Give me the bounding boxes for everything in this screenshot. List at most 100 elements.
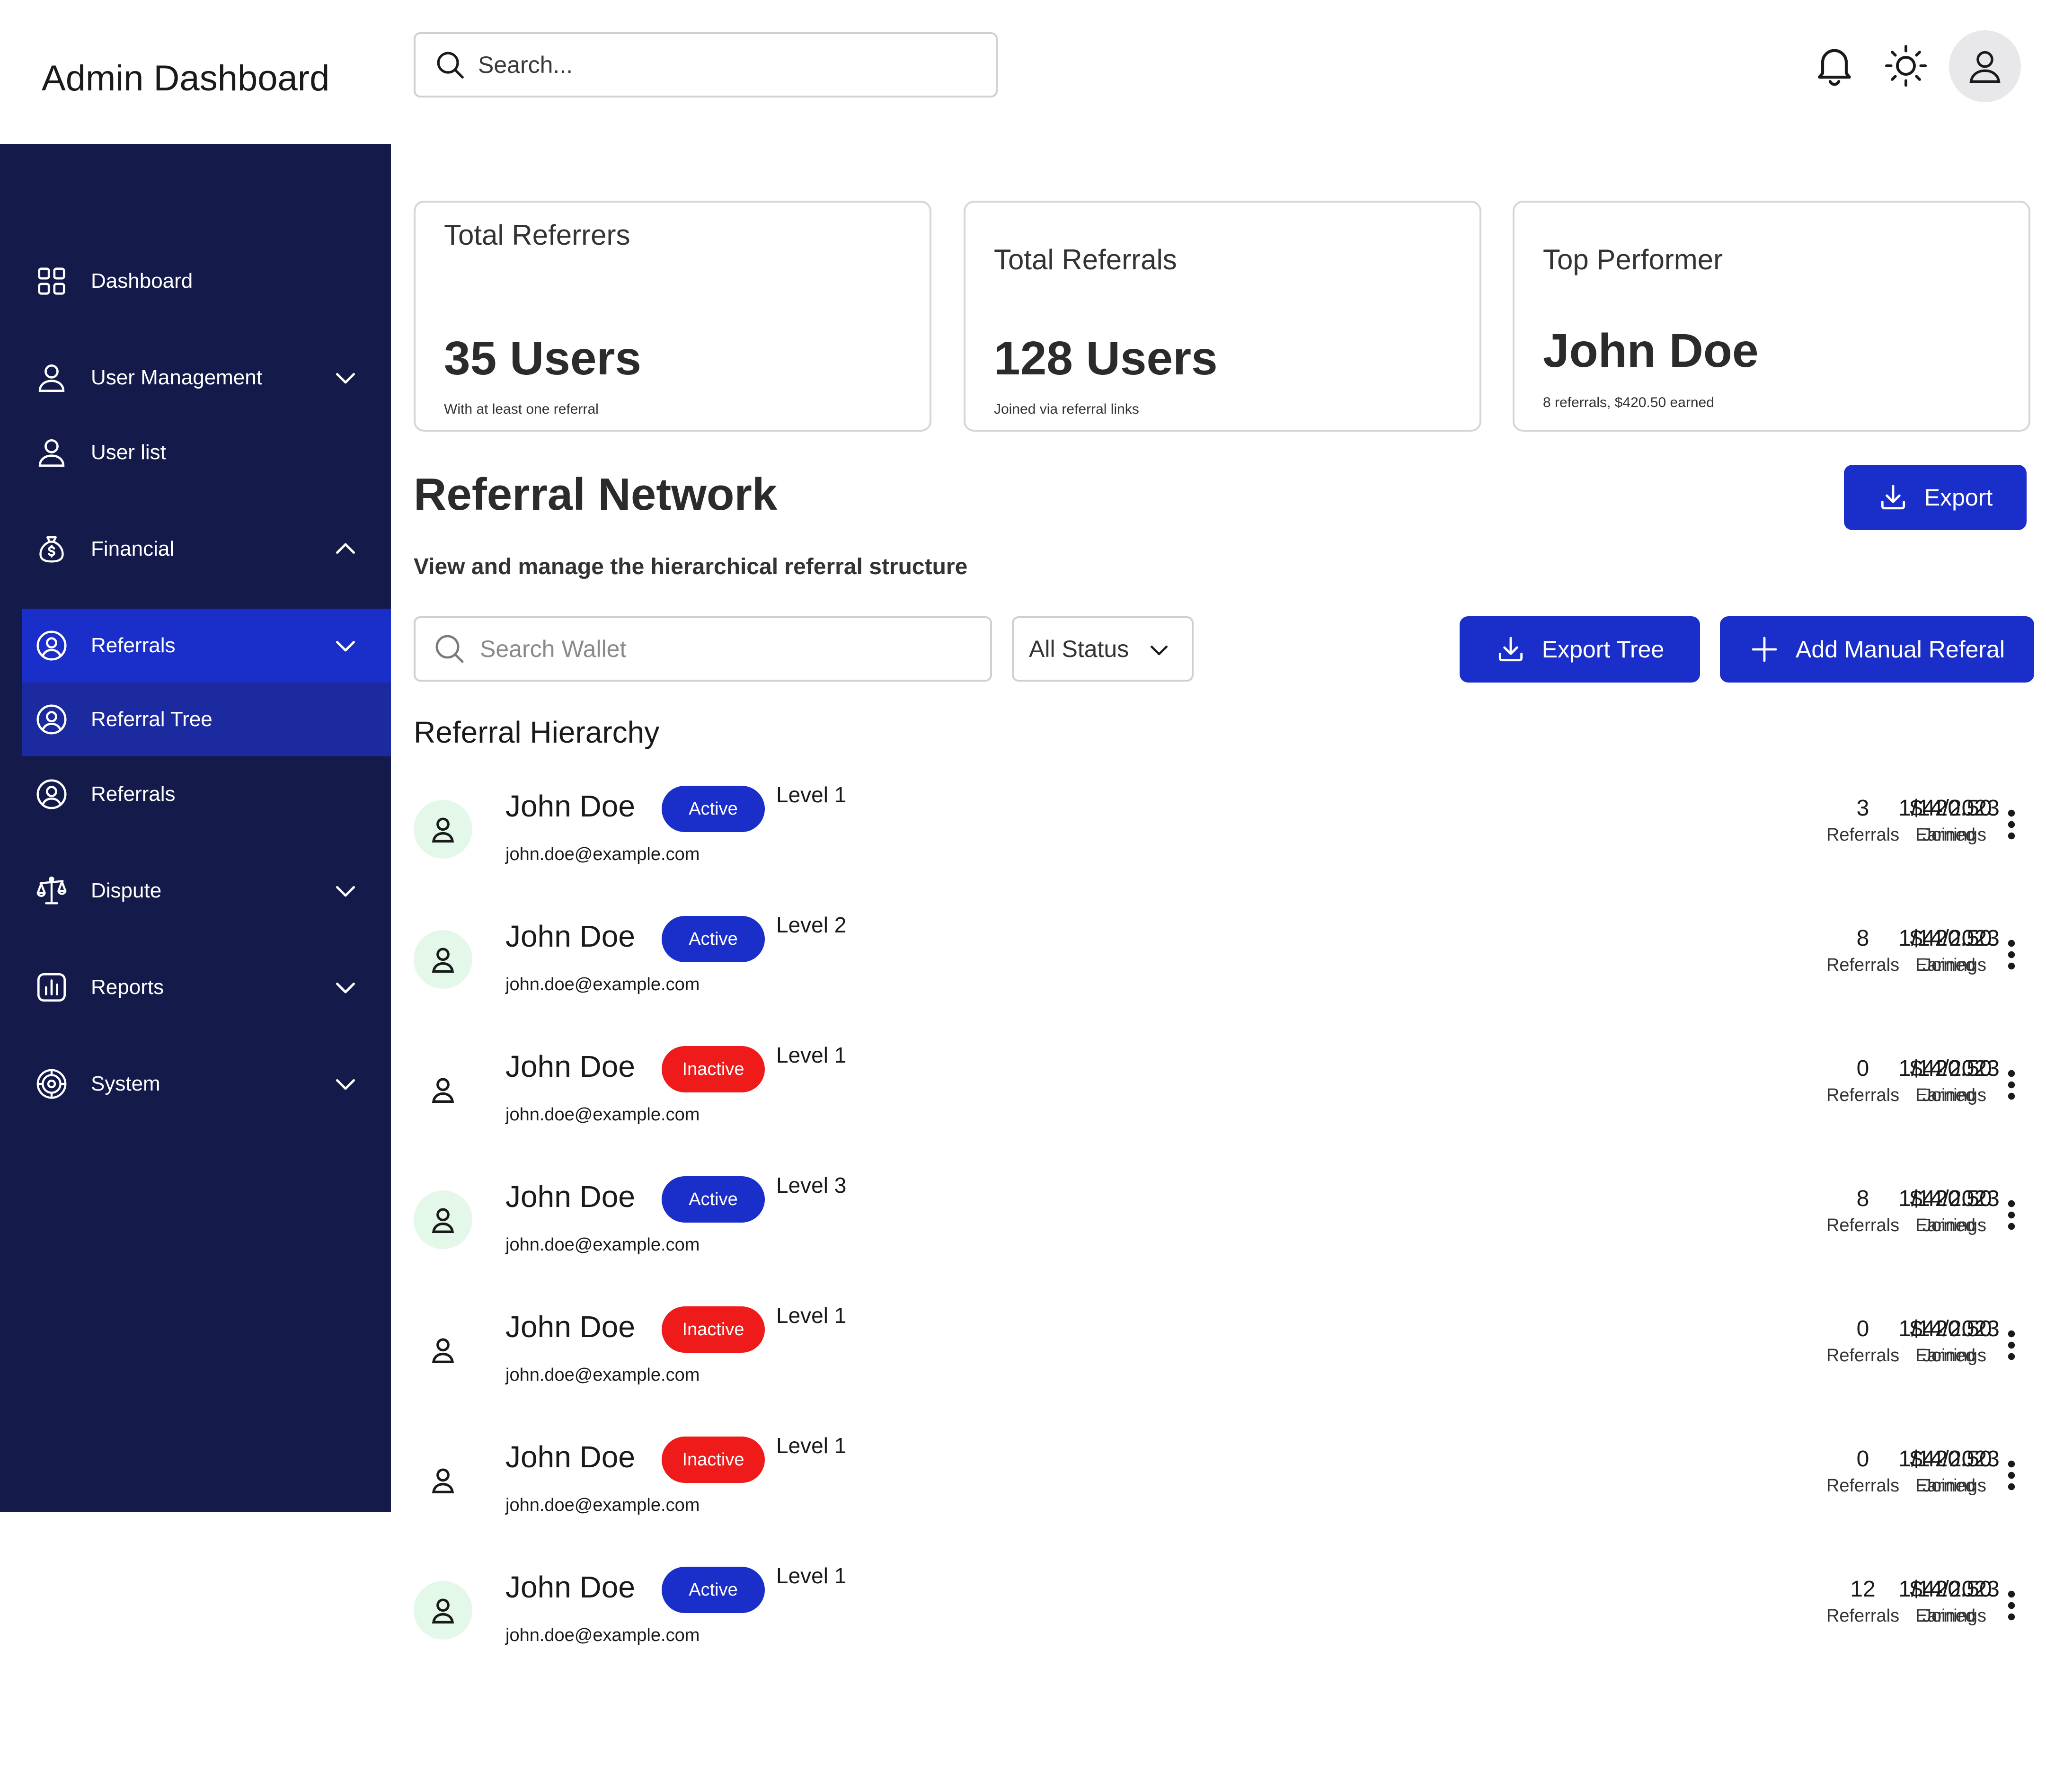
sidebar-item-financial[interactable]: Financial	[22, 512, 391, 586]
sidebar-item-dispute[interactable]: Dispute	[22, 854, 391, 928]
status-badge: Active	[662, 1567, 765, 1613]
notification-bell-icon[interactable]	[1811, 42, 1858, 89]
sidebar-item-referral-tree[interactable]: Referral Tree	[22, 683, 391, 756]
wallet-search-input[interactable]	[480, 635, 953, 663]
global-search[interactable]	[414, 32, 998, 98]
wallet-search[interactable]	[414, 616, 992, 682]
money-bag-icon	[35, 532, 68, 566]
sidebar-item-label: Reports	[91, 976, 164, 999]
row-level: Level 3	[776, 1173, 847, 1198]
more-options-icon[interactable]	[1994, 1062, 2028, 1108]
page-subtitle: View and manage the hierarchical referra…	[414, 554, 968, 579]
row-name: John Doe	[505, 1049, 635, 1083]
stat-card-subtext: Joined via referral links	[994, 401, 1139, 417]
status-badge: Inactive	[662, 1306, 765, 1353]
global-search-input[interactable]	[478, 51, 975, 79]
user-icon	[432, 1598, 454, 1623]
row-avatar	[414, 1190, 472, 1249]
row-level: Level 1	[776, 1563, 847, 1588]
row-joined: 1/14/2023 Joined	[1887, 795, 2011, 845]
stat-card-title: Total Referrals	[994, 244, 1177, 275]
export-button[interactable]: Export	[1844, 465, 2027, 530]
more-options-icon[interactable]	[1994, 1453, 2028, 1498]
row-joined: 1/14/2023 Joined	[1887, 1446, 2011, 1496]
stat-card-value: 35 Users	[444, 332, 641, 385]
add-manual-referral-button[interactable]: Add Manual Referal	[1720, 616, 2034, 683]
row-name: John Doe	[505, 919, 635, 953]
chevron-down-icon	[331, 877, 360, 905]
stat-card-top-performer: Top Performer John Doe 8 referrals, $420…	[1513, 201, 2030, 432]
table-row[interactable]: John Doe Active Level 2 john.doe@example…	[414, 906, 2032, 1036]
more-options-icon[interactable]	[1994, 1192, 2028, 1238]
chevron-up-icon	[331, 535, 360, 563]
chevron-down-icon	[331, 973, 360, 1002]
page-title: Referral Network	[414, 469, 778, 520]
table-row[interactable]: John Doe Inactive Level 1 john.doe@examp…	[414, 1297, 2032, 1427]
search-icon	[433, 632, 467, 666]
row-avatar	[414, 1451, 472, 1509]
more-options-icon[interactable]	[1994, 932, 2028, 977]
row-joined-value: 1/14/2023	[1898, 1316, 2000, 1341]
more-options-icon[interactable]	[1994, 1583, 2028, 1628]
sidebar-item-label: Referrals	[91, 782, 176, 806]
sidebar-item-label: Dashboard	[91, 269, 193, 293]
user-icon	[1969, 51, 2001, 83]
row-level: Level 1	[776, 782, 847, 807]
row-joined-label: Joined	[1922, 1476, 1975, 1496]
sidebar-item-dashboard[interactable]: Dashboard	[22, 244, 391, 318]
more-options-icon[interactable]	[1994, 1322, 2028, 1368]
add-manual-referral-button-label: Add Manual Referal	[1796, 636, 2005, 663]
user-circle-icon	[35, 778, 68, 811]
sidebar-item-label: System	[91, 1072, 160, 1095]
user-circle-icon	[35, 703, 68, 736]
theme-toggle-sun-icon[interactable]	[1884, 44, 1928, 88]
row-email: john.doe@example.com	[505, 1235, 700, 1255]
row-level: Level 1	[776, 1433, 847, 1458]
user-icon	[432, 1078, 454, 1103]
status-badge: Inactive	[662, 1046, 765, 1092]
table-row[interactable]: John Doe Active Level 1 john.doe@example…	[414, 1557, 2032, 1687]
export-button-label: Export	[1924, 484, 1993, 511]
profile-avatar[interactable]	[1949, 30, 2021, 102]
row-joined-value: 1/14/2023	[1898, 1056, 2000, 1081]
table-row[interactable]: John Doe Inactive Level 1 john.doe@examp…	[414, 1037, 2032, 1166]
table-row[interactable]: John Doe Inactive Level 1 john.doe@examp…	[414, 1427, 2032, 1557]
stat-card-value: John Doe	[1543, 324, 1759, 377]
user-icon	[35, 361, 68, 394]
status-badge: Active	[662, 1176, 765, 1223]
user-icon	[432, 948, 454, 973]
status-badge: Inactive	[662, 1437, 765, 1483]
stat-card-total-referrers: Total Referrers 35 Users With at least o…	[414, 201, 931, 432]
sidebar-item-label: Referral Tree	[91, 708, 213, 731]
sidebar-item-user-list[interactable]: User list	[22, 416, 391, 489]
row-avatar	[414, 1321, 472, 1379]
row-joined-value: 1/14/2023	[1898, 796, 2000, 821]
grid-icon	[35, 265, 68, 298]
row-email: john.doe@example.com	[505, 975, 700, 994]
stat-card-total-referrals: Total Referrals 128 Users Joined via ref…	[964, 201, 1481, 432]
row-joined-value: 1/14/2023	[1898, 926, 2000, 951]
row-name: John Doe	[505, 1180, 635, 1214]
sidebar-item-reports[interactable]: Reports	[22, 950, 391, 1024]
user-icon	[432, 1208, 454, 1233]
app-title: Admin Dashboard	[42, 58, 330, 98]
sidebar-item-referrals[interactable]: Referrals	[22, 609, 391, 683]
table-row[interactable]: John Doe Active Level 1 john.doe@example…	[414, 776, 2032, 906]
sidebar-item-label: User list	[91, 441, 166, 464]
row-avatar	[414, 1581, 472, 1640]
bar-chart-icon	[35, 971, 68, 1004]
stat-card-subtext: 8 referrals, $420.50 earned	[1543, 395, 1714, 410]
hierarchy-title: Referral Hierarchy	[414, 715, 660, 749]
export-tree-button[interactable]: Export Tree	[1460, 616, 1700, 683]
table-row[interactable]: John Doe Active Level 3 john.doe@example…	[414, 1167, 2032, 1296]
status-filter-select[interactable]: All Status	[1012, 616, 1194, 682]
chevron-down-icon	[331, 631, 360, 660]
more-options-icon[interactable]	[1994, 802, 2028, 847]
sidebar-item-system[interactable]: System	[22, 1047, 391, 1121]
row-joined-value: 1/14/2023	[1898, 1186, 2000, 1211]
status-badge: Active	[662, 786, 765, 832]
row-joined: 1/14/2023 Joined	[1887, 925, 2011, 976]
row-joined-value: 1/14/2023	[1898, 1577, 2000, 1602]
sidebar-item-referrals-list[interactable]: Referrals	[22, 757, 391, 831]
sidebar-item-user-management[interactable]: User Management	[22, 341, 391, 415]
